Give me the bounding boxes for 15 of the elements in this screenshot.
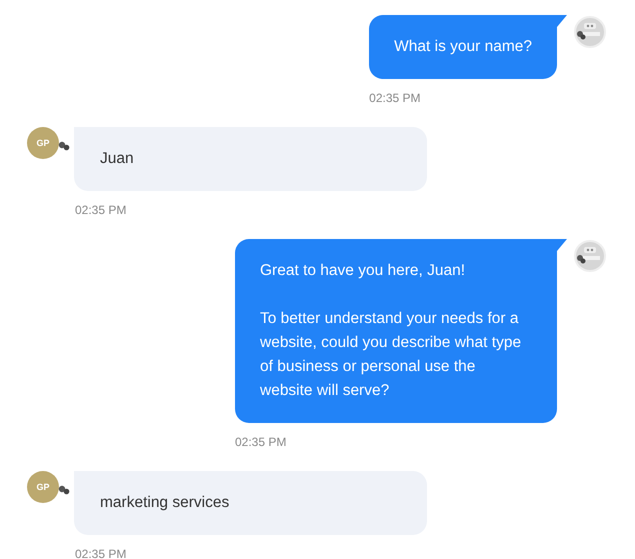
message-text: Juan (100, 149, 135, 169)
chat-icon (58, 485, 70, 495)
message-time: 02:35 PM (235, 435, 286, 449)
message-text: To better understand your needs for a website, could you describe what type of business or personal use the website will serve? (260, 309, 522, 401)
message-text: Great to have you here, Juan! (260, 261, 466, 281)
message-time: 02:35 PM (75, 547, 126, 559)
robot-avatar-icon (573, 239, 607, 273)
message-time: 02:35 PM (369, 91, 421, 105)
user-avatar: GP (27, 471, 59, 503)
chat-icon (58, 141, 70, 151)
robot-avatar-icon (573, 15, 607, 49)
message-text: What is your name? (394, 37, 532, 57)
message-time: 02:35 PM (75, 203, 126, 217)
user-avatar: GP (27, 127, 59, 159)
message-text: marketing services (100, 493, 230, 513)
